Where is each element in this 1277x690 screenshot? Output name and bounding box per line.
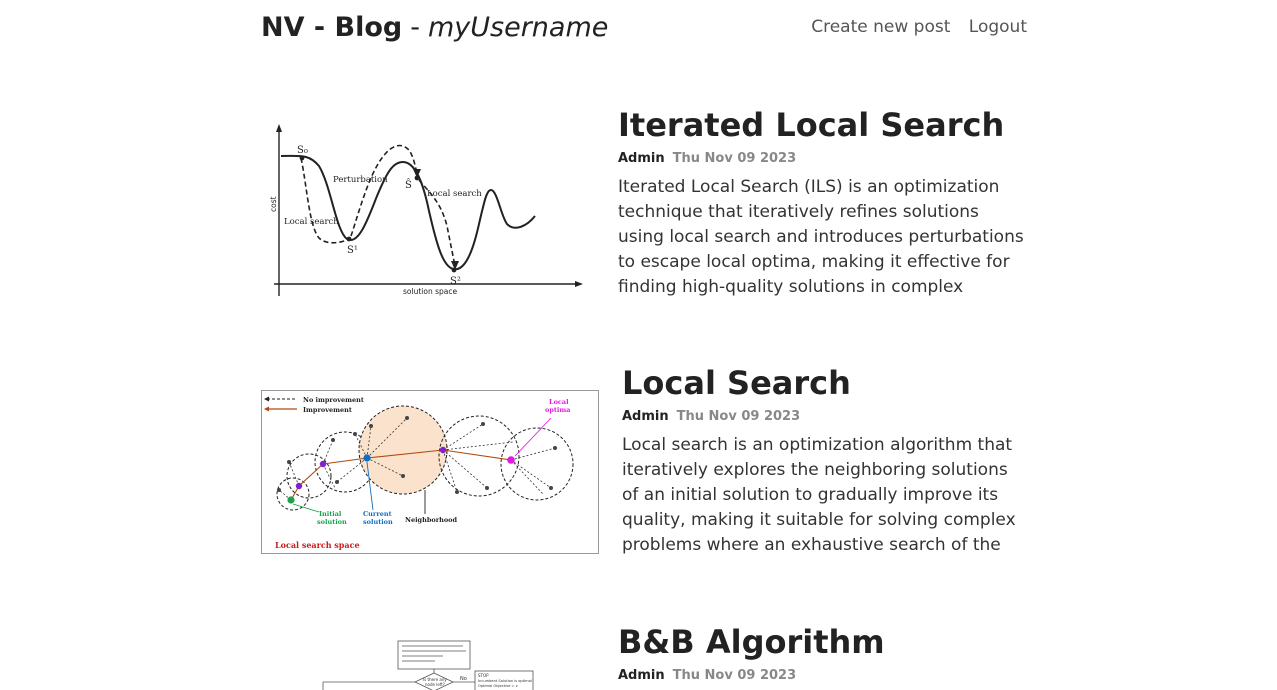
post-excerpt: Iterated Local Search (ILS) is an optimi…: [618, 177, 1024, 297]
label-current-2: solution: [363, 518, 393, 526]
label-search-space: Local search space: [275, 540, 360, 550]
brand-name: NV - Blog: [261, 12, 403, 43]
label-s-hat: Ŝ: [405, 179, 412, 191]
label-local-optima-2: optima: [545, 406, 571, 414]
brand-separator: -: [410, 12, 420, 43]
label-s2: S²: [450, 276, 461, 287]
post-date: Thu Nov 09 2023: [676, 409, 801, 424]
post-meta: Admin Thu Nov 09 2023: [618, 150, 1027, 168]
post-meta: Admin Thu Nov 09 2023: [618, 667, 1027, 685]
site-header: NV - Blog - myUsername Create new post Log…: [261, 10, 1027, 46]
label-s1: S¹: [347, 245, 358, 256]
axis-label-cost: cost: [269, 196, 278, 212]
decision-line-2: node left?: [425, 682, 445, 687]
post-date: Thu Nov 09 2023: [672, 151, 797, 166]
post-author: Admin: [618, 668, 665, 683]
logout-link[interactable]: Logout: [969, 17, 1027, 37]
post-date: Thu Nov 09 2023: [672, 668, 797, 683]
header-nav: Create new post Logout: [811, 15, 1027, 39]
local-search-diagram: No improvement Improvement Local optima …: [261, 390, 599, 554]
post-thumbnail[interactable]: Is there any node left? No STOP Incumben…: [261, 623, 599, 690]
post-meta: Admin Thu Nov 09 2023: [622, 408, 1027, 426]
current-point: [363, 454, 371, 462]
post-content: B&B Algorithm Admin Thu Nov 09 2023: [618, 623, 1027, 685]
legend-no-improvement: No improvement: [303, 396, 364, 404]
label-initial-1: Initial: [319, 510, 342, 518]
stop-line-1: STOP: [478, 673, 489, 678]
post-title[interactable]: Local Search: [622, 364, 1027, 402]
label-local-optima-1: Local: [549, 398, 569, 406]
post-content: Local Search Admin Thu Nov 09 2023 Local …: [622, 364, 1027, 558]
initial-point: [287, 496, 295, 504]
post-excerpt: Local search is an optimization algorith…: [622, 435, 1016, 555]
post-card[interactable]: S₀ S¹ S² Ŝ Perturbation Local search Loc…: [261, 106, 1027, 316]
stop-line-2: Incumbent Solution is optimal: [478, 679, 532, 683]
stop-line-3: Optimal Objective = z: [478, 684, 518, 688]
post-author: Admin: [618, 151, 665, 166]
username: myUsername: [427, 12, 609, 43]
label-no: No: [460, 676, 467, 682]
create-post-link[interactable]: Create new post: [811, 17, 950, 37]
post-card[interactable]: Is there any node left? No STOP Incumben…: [261, 623, 1027, 690]
bnb-flowchart: Is there any node left? No STOP Incumben…: [261, 623, 599, 690]
post-title[interactable]: Iterated Local Search: [618, 106, 1027, 144]
post-content: Iterated Local Search Admin Thu Nov 09 20…: [618, 106, 1027, 300]
label-local-search-right: Local search: [427, 189, 482, 199]
axis-label-solution-space: solution space: [403, 287, 457, 296]
label-neighborhood: Neighborhood: [405, 516, 458, 524]
ils-diagram: S₀ S¹ S² Ŝ Perturbation Local search Loc…: [261, 106, 599, 296]
post-title[interactable]: B&B Algorithm: [618, 623, 1027, 661]
optimum-point: [507, 456, 515, 464]
site-logo[interactable]: NV - Blog - myUsername: [261, 10, 608, 46]
post-thumbnail[interactable]: No improvement Improvement Local optima …: [261, 390, 599, 554]
label-perturbation: Perturbation: [333, 175, 388, 185]
post-card[interactable]: No improvement Improvement Local optima …: [261, 364, 1027, 574]
post-thumbnail[interactable]: S₀ S¹ S² Ŝ Perturbation Local search Loc…: [261, 106, 599, 296]
label-current-1: Current: [363, 510, 392, 518]
legend-improvement: Improvement: [303, 406, 352, 414]
label-s0: S₀: [297, 145, 308, 156]
label-initial-2: solution: [317, 518, 347, 526]
post-author: Admin: [622, 409, 669, 424]
label-local-search-left: Local search: [284, 217, 339, 227]
